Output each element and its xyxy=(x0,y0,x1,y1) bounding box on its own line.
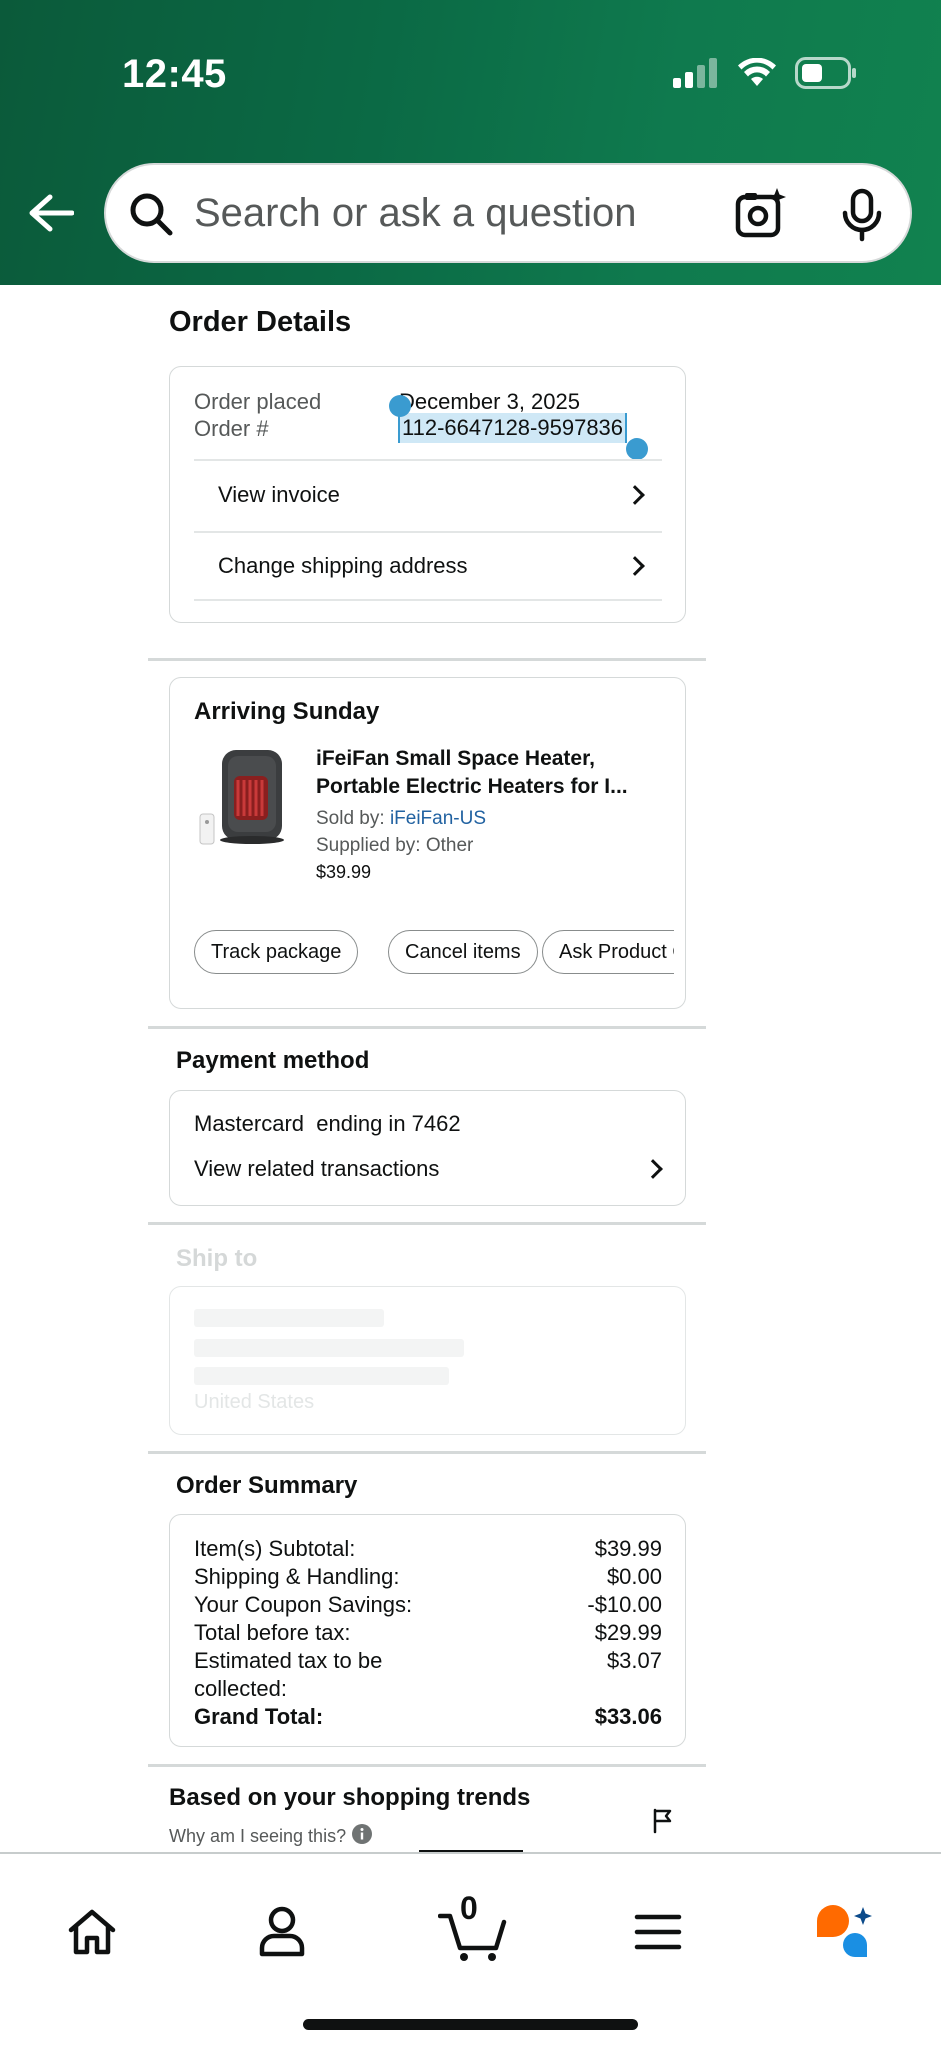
summary-row-tax: Estimated tax to be collected: $3.07 xyxy=(194,1647,662,1703)
nav-rufus[interactable] xyxy=(804,1892,884,1972)
address-line-redacted xyxy=(194,1339,464,1357)
order-details-title: Order Details xyxy=(169,306,352,338)
ship-to-title: Ship to xyxy=(176,1245,258,1272)
cancel-items-button[interactable]: Cancel items xyxy=(388,930,538,974)
product-title[interactable]: iFeiFan Small Space Heater, Portable Ele… xyxy=(316,745,666,801)
summary-label: Estimated tax to be collected: xyxy=(194,1648,383,1701)
arriving-heading: Arriving Sunday xyxy=(194,698,380,725)
city-state-redacted xyxy=(194,1367,449,1385)
summary-row-subtotal: Item(s) Subtotal: $39.99 xyxy=(194,1535,662,1563)
product-title-line2: Portable Electric Heaters for I... xyxy=(316,775,628,798)
supplied-by: Supplied by: Other xyxy=(316,835,474,856)
summary-rows: Item(s) Subtotal: $39.99 Shipping & Hand… xyxy=(194,1535,662,1731)
summary-value: -$10.00 xyxy=(587,1592,662,1617)
shipment-card: Arriving Sunday iFeiFan Small Space Heat… xyxy=(169,677,686,1009)
search-input[interactable] xyxy=(194,185,714,241)
view-invoice-link[interactable]: View invoice xyxy=(194,459,662,529)
nav-menu[interactable] xyxy=(618,1892,698,1972)
product-title-line1: iFeiFan Small Space Heater, xyxy=(316,747,595,770)
action-pills-row: Track package Cancel items Ask Product Q… xyxy=(194,928,674,978)
section-divider xyxy=(148,1222,706,1225)
summary-value: $29.99 xyxy=(594,1620,662,1645)
summary-label: Item(s) Subtotal: xyxy=(194,1536,356,1561)
chevron-right-icon xyxy=(625,556,645,576)
order-placed-value: December 3, 2025 xyxy=(399,389,580,414)
why-am-i-seeing-this-link[interactable]: Why am I seeing this? xyxy=(169,1824,373,1849)
recommendations-title: Based on your shopping trends xyxy=(169,1784,531,1811)
status-time: 12:45 xyxy=(122,52,227,96)
wifi-icon xyxy=(737,57,777,93)
view-invoice-label: View invoice xyxy=(218,482,340,507)
bottom-nav: 0 xyxy=(0,1852,941,2045)
order-summary-title: Order Summary xyxy=(176,1472,358,1499)
order-number-value[interactable]: 112-6647128-9597836 xyxy=(398,413,628,443)
summary-row-coupon: Your Coupon Savings: -$10.00 xyxy=(194,1591,662,1619)
card-info: Mastercard ending in 7462 xyxy=(194,1111,461,1136)
menu-icon xyxy=(634,1914,682,1950)
summary-value: $0.00 xyxy=(606,1564,662,1589)
summary-row-grand-total: Grand Total: $33.06 xyxy=(194,1703,662,1731)
why-link-label: Why am I seeing this? xyxy=(169,1826,347,1846)
view-related-transactions-label: View related transactions xyxy=(194,1156,440,1181)
recipient-name-redacted xyxy=(194,1309,384,1327)
order-number-label: Order # xyxy=(194,416,269,441)
nav-home[interactable] xyxy=(52,1892,132,1972)
home-indicator xyxy=(303,2019,638,2030)
ship-to-country: United States xyxy=(194,1391,315,1413)
search-bar[interactable] xyxy=(104,163,912,263)
summary-label: Shipping & Handling: xyxy=(194,1564,400,1589)
microphone-icon[interactable] xyxy=(836,187,890,248)
grand-total-label: Grand Total: xyxy=(194,1704,324,1729)
selection-start-handle[interactable] xyxy=(389,395,411,417)
home-icon xyxy=(68,1909,116,1955)
summary-label: Total before tax: xyxy=(194,1620,351,1645)
payment-method-title: Payment method xyxy=(176,1047,370,1074)
info-icon xyxy=(352,1824,373,1849)
nav-account[interactable] xyxy=(242,1892,322,1972)
section-divider xyxy=(148,658,706,661)
space-heater-image-icon xyxy=(199,750,284,845)
nav-cart[interactable]: 0 xyxy=(428,1890,520,1972)
account-icon xyxy=(259,1906,305,1957)
grand-total-value: $33.06 xyxy=(594,1704,662,1729)
ship-to-card: United States xyxy=(169,1286,686,1435)
section-divider xyxy=(148,1451,706,1454)
search-icon[interactable] xyxy=(128,191,174,242)
back-arrow-icon xyxy=(29,194,74,232)
summary-row-shipping: Shipping & Handling: $0.00 xyxy=(194,1563,662,1591)
sold-by-label: Sold by: xyxy=(316,808,385,829)
seller-link[interactable]: iFeiFan-US xyxy=(390,808,486,829)
status-icons xyxy=(673,56,857,94)
rufus-ai-icon xyxy=(817,1905,872,1957)
product-image[interactable] xyxy=(198,744,288,848)
track-package-button[interactable]: Track package xyxy=(194,930,359,974)
cart-count: 0 xyxy=(460,1890,478,1926)
section-divider xyxy=(148,1026,706,1029)
summary-label: Your Coupon Savings: xyxy=(194,1592,413,1617)
selection-end-handle[interactable] xyxy=(626,438,648,460)
summary-value: $39.99 xyxy=(594,1536,662,1561)
order-placed-label: Order placed xyxy=(194,389,322,414)
ask-product-question-button[interactable]: Ask Product Qu xyxy=(542,930,674,974)
sold-by-line: Sold by: iFeiFan-US xyxy=(316,808,486,830)
summary-row-before-tax: Total before tax: $29.99 xyxy=(194,1619,662,1647)
product-price: $39.99 xyxy=(316,862,372,882)
change-shipping-address-link[interactable]: Change shipping address xyxy=(194,531,662,601)
section-divider xyxy=(148,1764,706,1767)
battery-icon xyxy=(795,56,857,94)
summary-value: $3.07 xyxy=(606,1648,662,1673)
camera-lens-icon[interactable] xyxy=(734,187,788,246)
header: 12:45 xyxy=(0,0,941,285)
order-details-card: Order placed Order # December 3, 2025 11… xyxy=(169,366,686,623)
chevron-right-icon xyxy=(643,1159,663,1179)
view-related-transactions-link[interactable]: View related transactions xyxy=(194,1151,666,1187)
cellular-signal-icon xyxy=(673,57,719,93)
change-shipping-address-label: Change shipping address xyxy=(218,553,468,578)
payment-card: Mastercard ending in 7462 View related t… xyxy=(169,1090,686,1206)
chevron-right-icon xyxy=(625,485,645,505)
back-button[interactable] xyxy=(26,188,76,238)
feedback-flag-icon[interactable] xyxy=(652,1808,674,1839)
order-summary-card: Item(s) Subtotal: $39.99 Shipping & Hand… xyxy=(169,1514,686,1747)
